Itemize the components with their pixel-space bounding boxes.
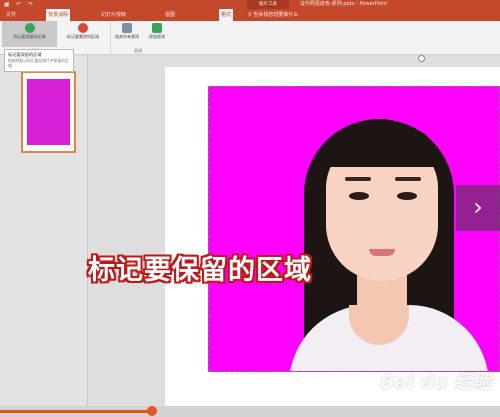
- redo-icon[interactable]: ↷: [28, 1, 33, 8]
- progress-knob[interactable]: [147, 406, 157, 416]
- next-arrow-icon[interactable]: ›: [456, 185, 500, 231]
- rotate-handle[interactable]: [418, 55, 425, 62]
- undo-icon[interactable]: ↶: [16, 1, 21, 8]
- left-eye: [349, 192, 369, 200]
- tutorial-caption: 标记要保留的区域: [88, 255, 312, 286]
- baidu-watermark: Bai du 经验: [380, 371, 493, 393]
- mouth: [369, 249, 395, 256]
- powerpoint-window: ▣ ↶ ↷ 图片工具 证件照抠底色-素例.pptx - PowerPoint 文…: [0, 0, 500, 417]
- tab-file[interactable]: 文件: [4, 9, 18, 21]
- keep-changes-label: 保留更改: [149, 34, 165, 39]
- mark-keep-button[interactable]: 标记要保留的区域: [2, 21, 57, 47]
- mark-remove-label: 标记要删除的区域: [67, 34, 99, 39]
- slide-thumbnail-pane: [0, 55, 88, 417]
- keep-changes-button[interactable]: 保留更改: [143, 21, 171, 47]
- divider: [110, 23, 111, 53]
- left-eyebrow: [345, 177, 371, 181]
- video-progress[interactable]: [0, 410, 150, 413]
- plus-pencil-icon: [24, 23, 35, 33]
- tab-view[interactable]: 视图: [163, 9, 177, 21]
- picture-tools-group: 图片工具: [247, 0, 289, 9]
- save-icon[interactable]: ▣: [4, 1, 10, 8]
- tell-me-box[interactable]: ♀ 告诉我您想要做什么: [248, 9, 298, 21]
- tab-background-removal[interactable]: 背景消除: [46, 9, 71, 21]
- discard-label: 放弃所有更改: [115, 34, 139, 39]
- discard-icon: [122, 23, 132, 33]
- right-eye: [397, 192, 417, 200]
- minus-pencil-icon: [78, 23, 88, 33]
- right-eyebrow: [395, 177, 421, 181]
- fringe: [326, 127, 438, 167]
- title-bar: ▣ ↶ ↷ 图片工具 证件照抠底色-素例.pptx - PowerPoint: [0, 0, 500, 9]
- tab-slideshow[interactable]: 幻灯片放映: [99, 9, 128, 21]
- ribbon-tabs: 文件 背景消除 幻灯片放映 视图 格式 ♀ 告诉我您想要做什么: [0, 9, 500, 21]
- thumbnail-image: [27, 79, 70, 145]
- document-title: 证件照抠底色-素例.pptx - PowerPoint: [300, 1, 388, 7]
- check-icon: [152, 23, 162, 33]
- tell-me-text: 告诉我您想要做什么: [253, 12, 299, 18]
- tooltip: 标记要保留的区域 绘制线条以标记要在图片中保留的区域: [4, 49, 74, 72]
- mark-remove-button[interactable]: 标记要删除的区域: [58, 21, 108, 47]
- slide-thumbnail[interactable]: [21, 71, 76, 153]
- group-label-close: 关闭: [134, 48, 142, 53]
- ribbon: 标记要保留的区域 标记要删除的区域 放弃所有更改 保留更改 优化 关闭: [0, 21, 500, 55]
- baidu-watermark-url: jingyan.baidu.com: [418, 393, 483, 401]
- tooltip-body: 绘制线条以标记要在图片中保留的区域: [8, 58, 69, 68]
- tab-format[interactable]: 格式: [219, 9, 234, 21]
- mark-keep-label: 标记要保留的区域: [13, 34, 46, 39]
- discard-changes-button[interactable]: 放弃所有更改: [113, 21, 141, 47]
